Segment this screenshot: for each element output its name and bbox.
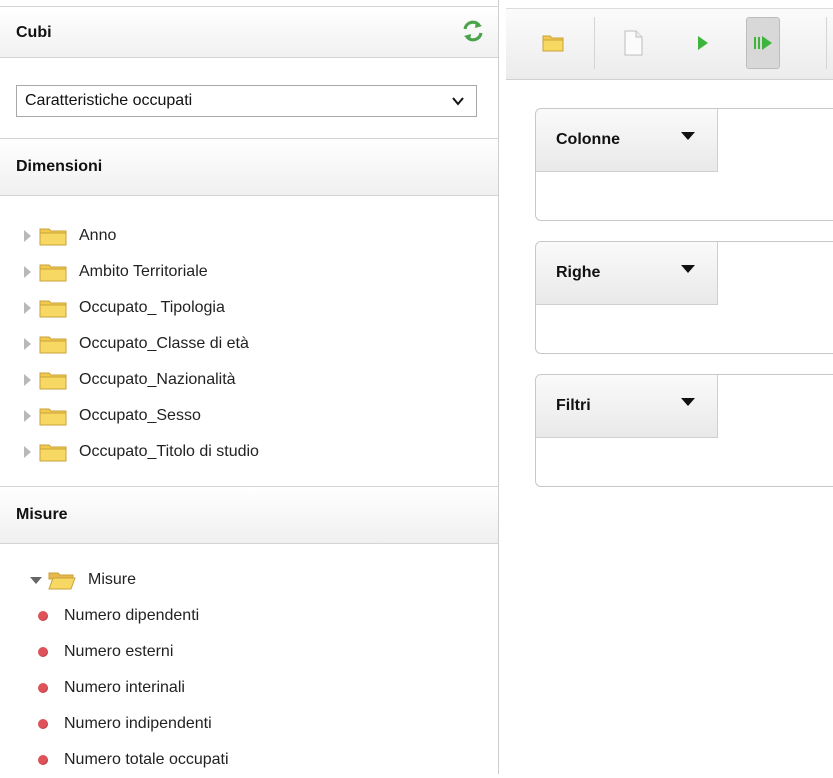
measure-label: Numero totale occupati — [64, 751, 229, 768]
expand-arrow-icon[interactable] — [24, 374, 31, 386]
cube-select-value: Caratteristiche occupati — [25, 92, 193, 109]
rows-label: Righe — [556, 264, 601, 281]
open-folder-icon — [542, 35, 564, 52]
expand-arrow-icon[interactable] — [24, 446, 31, 458]
measures-folder[interactable]: Misure — [0, 562, 498, 598]
folder-icon — [39, 444, 67, 462]
expand-arrow-icon[interactable] — [24, 338, 31, 350]
folder-icon — [39, 228, 67, 246]
cubes-header: Cubi — [0, 8, 498, 58]
measure-item[interactable]: Numero esterni — [0, 634, 498, 670]
toolbar-separator — [594, 17, 595, 69]
open-query-button[interactable] — [536, 17, 570, 69]
measures-header: Misure — [0, 486, 498, 544]
toolbar — [506, 8, 833, 80]
measures-tree: Misure Numero dipendenti Numero esterni … — [0, 562, 498, 778]
expand-arrow-icon[interactable] — [24, 266, 31, 278]
dimensions-tree: Anno Ambito Territoriale Occupato_ Tipol… — [0, 218, 498, 470]
measure-dot-icon — [38, 755, 48, 765]
dimension-label: Ambito Territoriale — [79, 263, 208, 280]
columns-label: Colonne — [556, 131, 620, 148]
chevron-down-icon — [452, 97, 464, 106]
dimension-label: Occupato_Nazionalità — [79, 371, 236, 388]
dimensions-title: Dimensioni — [16, 158, 103, 175]
expand-arrow-icon[interactable] — [24, 230, 31, 242]
dropdown-caret-icon[interactable] — [681, 265, 695, 273]
measure-label: Numero dipendenti — [64, 607, 200, 624]
cube-select[interactable]: Caratteristiche occupati — [16, 85, 477, 117]
rows-drop-zone[interactable]: Righe — [535, 241, 833, 354]
dimension-label: Occupato_Sesso — [79, 407, 201, 424]
dimension-item-titolo-studio[interactable]: Occupato_Titolo di studio — [0, 434, 498, 470]
dimension-item-sesso[interactable]: Occupato_Sesso — [0, 398, 498, 434]
collapse-arrow-icon[interactable] — [30, 576, 42, 584]
folder-icon — [39, 372, 67, 390]
measure-dot-icon — [38, 611, 48, 621]
measure-dot-icon — [38, 719, 48, 729]
dimension-label: Anno — [79, 227, 117, 244]
columns-drop-zone[interactable]: Colonne — [535, 108, 833, 221]
dimension-label: Occupato_Titolo di studio — [79, 443, 259, 460]
measures-folder-label: Misure — [88, 571, 137, 588]
dropdown-caret-icon[interactable] — [681, 132, 695, 140]
refresh-icon[interactable] — [460, 18, 486, 44]
cubes-title: Cubi — [16, 23, 52, 41]
filters-drop-zone[interactable]: Filtri — [535, 374, 833, 487]
measure-item[interactable]: Numero dipendenti — [0, 598, 498, 634]
dimension-label: Occupato_Classe di età — [79, 335, 249, 352]
folder-icon — [39, 408, 67, 426]
dimensions-header: Dimensioni — [0, 138, 498, 196]
folder-icon — [39, 300, 67, 318]
dimension-item-nazionalita[interactable]: Occupato_Nazionalità — [0, 362, 498, 398]
measures-title: Misure — [16, 506, 68, 523]
new-document-icon — [624, 30, 643, 56]
expand-arrow-icon[interactable] — [24, 302, 31, 314]
measure-item[interactable]: Numero indipendenti — [0, 706, 498, 742]
measure-dot-icon — [38, 683, 48, 693]
measure-label: Numero interinali — [64, 679, 185, 696]
toolbar-separator — [826, 17, 827, 69]
filters-header[interactable]: Filtri — [536, 375, 718, 438]
dimension-item-ambito[interactable]: Ambito Territoriale — [0, 254, 498, 290]
measure-item[interactable]: Numero totale occupati — [0, 742, 498, 778]
dimension-item-classe-eta[interactable]: Occupato_Classe di età — [0, 326, 498, 362]
folder-icon — [39, 264, 67, 282]
filters-label: Filtri — [556, 397, 591, 414]
new-query-button[interactable] — [616, 17, 650, 69]
panel-splitter[interactable] — [498, 0, 499, 774]
measure-label: Numero esterni — [64, 643, 174, 660]
measure-dot-icon — [38, 647, 48, 657]
divider — [0, 6, 498, 7]
expand-arrow-icon[interactable] — [24, 410, 31, 422]
dimension-item-anno[interactable]: Anno — [0, 218, 498, 254]
measure-label: Numero indipendenti — [64, 715, 212, 732]
rows-header[interactable]: Righe — [536, 242, 718, 305]
dropdown-caret-icon[interactable] — [681, 398, 695, 406]
open-folder-icon — [48, 572, 76, 590]
measure-item[interactable]: Numero interinali — [0, 670, 498, 706]
left-panel: Cubi Caratteristiche occupati Dimensioni… — [0, 0, 498, 774]
run-icon — [698, 36, 708, 50]
dimension-label: Occupato_ Tipologia — [79, 299, 225, 316]
columns-header[interactable]: Colonne — [536, 109, 718, 172]
dimension-item-tipologia[interactable]: Occupato_ Tipologia — [0, 290, 498, 326]
folder-icon — [39, 336, 67, 354]
run-automatic-icon — [754, 36, 772, 50]
automatic-execution-button[interactable] — [746, 17, 780, 69]
run-query-button[interactable] — [686, 17, 720, 69]
